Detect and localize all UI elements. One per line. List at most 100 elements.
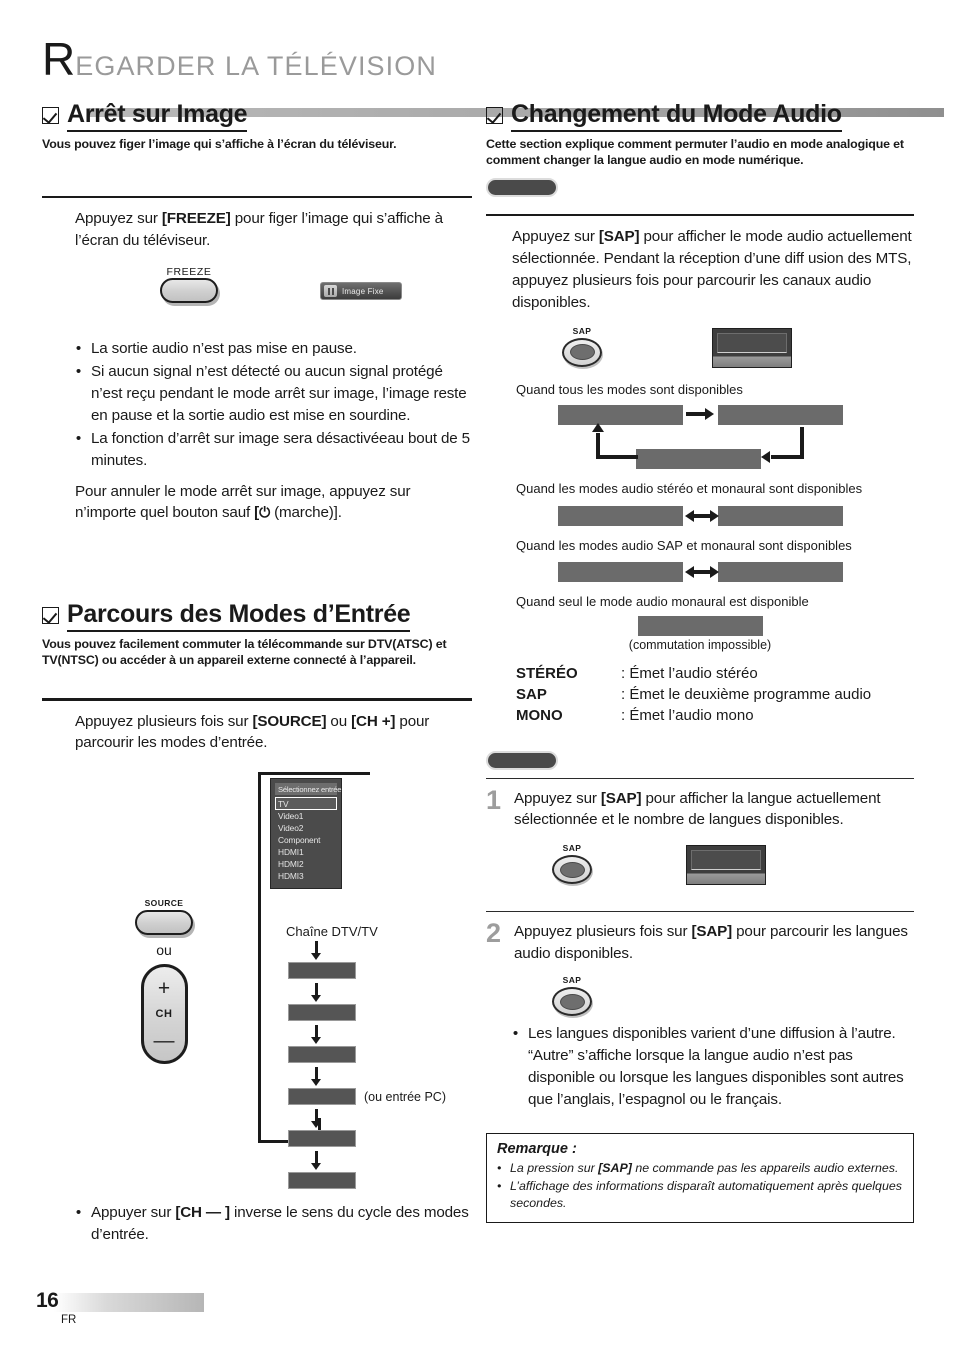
sap-remote-button-step1[interactable]: SAP <box>544 843 600 885</box>
checkbox-icon <box>42 607 59 625</box>
case-sap-mono-label: Quand les modes audio SAP et monaural so… <box>516 538 852 554</box>
step-2-text: Appuyez plusieurs fois sur [SAP] pour pa… <box>514 921 914 965</box>
page-footer: 16 FR <box>36 1289 236 1326</box>
sap-button-shape-step1[interactable] <box>552 855 592 885</box>
page-title: R EGARDER LA TÉLÉVISION <box>42 36 914 82</box>
input-cycle-diagram: Sélectionnez entrée TV Video1 Video2 Com… <box>42 766 472 1196</box>
section-audio-subtitle: Cette section explique comment permuter … <box>486 137 904 167</box>
freeze-bullets: • La sortie audio n’est pas mise en pause… <box>75 338 472 471</box>
sap-button-shape-step2[interactable] <box>552 987 592 1017</box>
step-1-key: [SAP] <box>600 789 642 807</box>
arrow-left-icon <box>761 450 770 463</box>
sap-button-shape[interactable] <box>562 337 602 367</box>
checkbox-icon <box>486 107 503 124</box>
section-input-title: Parcours des Modes d’Entrée <box>67 600 411 633</box>
definition-row: SAP : Émet le deuxième programme audio <box>516 685 914 706</box>
audio-definitions: STÉRÉO : Émet l’audio stéréo SAP : Émet … <box>516 664 914 726</box>
step-2: 2 Appuyez plusieurs fois sur [SAP] pour … <box>486 918 914 965</box>
audio-mode-cases: Quand tous les modes sont disponibles Qu… <box>486 382 914 727</box>
step-1: 1 Appuyez sur [SAP] pour afficher la lan… <box>486 786 914 832</box>
sap-remote-button[interactable]: SAP <box>554 326 610 367</box>
input-instruction-mid: ou <box>326 712 352 730</box>
definition-row: MONO : Émet l’audio mono <box>516 706 914 727</box>
freeze-instruction: Appuyez sur [FREEZE] pour figer l’image … <box>75 208 472 252</box>
remarque-item: • La pression sur [SAP] ne commande pas … <box>497 1160 899 1175</box>
sap-remote-button-step2[interactable]: SAP <box>544 975 600 1017</box>
section-audio-title: Changement du Mode Audio <box>511 100 842 132</box>
list-item: • La fonction d’arrêt sur image sera désa… <box>75 428 472 472</box>
freeze-button-shape[interactable] <box>160 278 218 304</box>
freeze-bullet-3: La fonction d’arrêt sur image sera désac… <box>91 429 470 469</box>
section-input-subtitle: Vous pouvez facilement commuter la téléc… <box>42 637 447 668</box>
case-all-diagram <box>486 403 914 481</box>
step-2-number: 2 <box>486 918 502 949</box>
case-sap-mono-diagram <box>486 560 914 594</box>
flow-box-4 <box>288 1088 356 1106</box>
input-instruction-pre: Appuyez plusieurs fois sur <box>75 712 253 730</box>
source-menu-item-hdmi3[interactable]: HDMI3 <box>275 870 337 882</box>
or-label: ou <box>156 942 172 959</box>
source-menu-item-video1[interactable]: Video1 <box>275 810 337 822</box>
section-audio-heading: Changement du Mode Audio Cette section e… <box>486 100 914 197</box>
osd-image-fixe: Image Fixe <box>320 282 402 301</box>
input-instruction-key-chplus: [CH +] <box>351 712 396 730</box>
freeze-body: Appuyez sur [FREEZE] pour figer l’image … <box>42 198 472 524</box>
definition-row: STÉRÉO : Émet l’audio stéréo <box>516 664 914 685</box>
mode-bar-mono-2 <box>718 506 843 527</box>
page-header: R EGARDER LA TÉLÉVISION <box>42 36 944 117</box>
definition-desc-stereo: : Émet l’audio stéréo <box>621 665 758 683</box>
remarque-box: Remarque : • La pression sur [SAP] ne co… <box>486 1132 914 1224</box>
arrow-down-icon <box>311 953 321 961</box>
case-stereo-mono-label: Quand les modes audio stéréo et monaural… <box>516 480 863 496</box>
case-mono-only-diagram: (commutation impossible) <box>486 616 914 652</box>
ch-minus-label[interactable]: — <box>154 1030 175 1051</box>
source-remote-group: SOURCE ou + CH — <box>114 898 214 1065</box>
flow-steps: Chaîne DTV/TV (ou entrée PC) <box>270 924 470 1190</box>
freeze-remote-button[interactable]: FREEZE <box>160 266 218 304</box>
definition-term-mono: MONO <box>516 706 563 724</box>
arrow-down-icon <box>311 1079 321 1087</box>
source-menu-item-tv[interactable]: TV <box>275 797 337 811</box>
flow-loop-top <box>258 772 370 775</box>
osd-image-fixe-label: Image Fixe <box>342 286 384 296</box>
remarque-1-key: [SAP] <box>598 1160 632 1175</box>
source-button-shape[interactable] <box>135 910 193 936</box>
step-2-pre: Appuyez plusieurs fois sur <box>514 923 692 941</box>
step1-divider <box>486 777 914 779</box>
case-stereo-mono-diagram <box>486 504 914 538</box>
case-mono-only-label: Quand seul le mode audio monaural est di… <box>516 594 809 610</box>
analog-mode-badge <box>486 177 558 197</box>
checkbox-icon <box>42 107 59 124</box>
mode-bar-sap-2 <box>558 562 683 583</box>
arrow-right-icon <box>710 510 719 523</box>
audio-instruction: Appuyez sur [SAP] pour afficher le mode … <box>512 226 914 314</box>
source-button-label: SOURCE <box>144 898 184 909</box>
step-2-illustration: SAP <box>486 975 914 1023</box>
definition-desc-mono: : Émet l’audio mono <box>621 706 754 724</box>
source-menu-item-video2[interactable]: Video2 <box>275 822 337 834</box>
mode-bar-mono-only <box>637 616 763 637</box>
source-menu-item-hdmi2[interactable]: HDMI2 <box>275 858 337 870</box>
source-menu-item-hdmi1[interactable]: HDMI1 <box>275 846 337 858</box>
arrow-left-icon <box>685 510 694 523</box>
remarque-1-post: ne commande pas les appareils audio exte… <box>631 1160 899 1175</box>
section-freeze-heading: Arrêt sur Image Vous pouvez figer l’imag… <box>42 100 472 153</box>
list-item: • Si aucun signal n’est détecté ou aucun … <box>75 361 472 427</box>
flow-box-3 <box>288 1046 356 1064</box>
left-column: Arrêt sur Image Vous pouvez figer l’imag… <box>42 100 472 1247</box>
ch-plus-label[interactable]: + <box>158 978 170 999</box>
mode-bar-sap <box>718 404 843 425</box>
audio-bullet-text: Les langues disponibles varient d’une di… <box>528 1025 904 1108</box>
sap-button-label: SAP <box>572 325 592 336</box>
flow-box-6 <box>288 1172 356 1190</box>
input-bottom-bullet-text: Appuyer sur [CH — ] inverse le sens du c… <box>91 1202 472 1246</box>
audio-instruction-key: [SAP] <box>598 228 640 246</box>
source-menu-item-component[interactable]: Component <box>275 834 337 846</box>
definition-desc-sap: : Émet le deuxième programme audio <box>621 686 872 704</box>
flow-box-1 <box>288 962 356 980</box>
flow-top-label: Chaîne DTV/TV <box>286 924 378 940</box>
sap-button-label-step2: SAP <box>562 975 582 986</box>
audio-instruction-pre: Appuyez sur <box>512 228 599 246</box>
mode-bar-stereo-2 <box>558 506 683 527</box>
ch-rocker-button[interactable]: + CH — <box>140 964 188 1065</box>
